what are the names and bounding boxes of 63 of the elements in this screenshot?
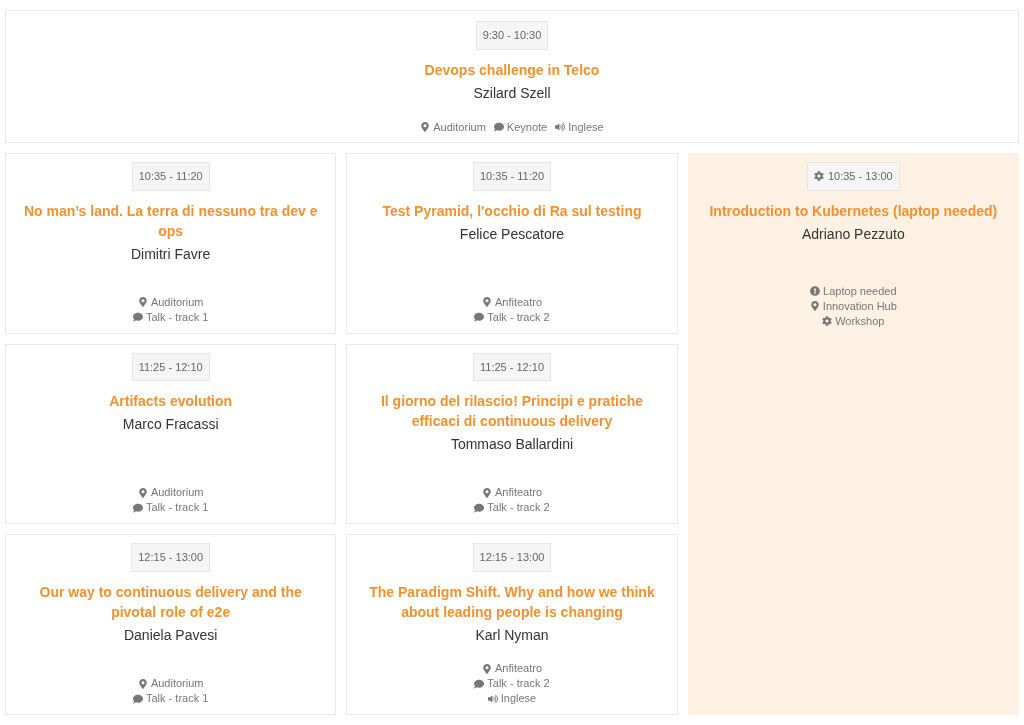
time-badge: 11:25 - 12:10 — [131, 352, 210, 382]
session-meta: Inglese — [568, 119, 604, 135]
exclamation-icon — [810, 286, 821, 296]
speaker-name: Tommaso Ballardini — [450, 435, 574, 455]
session-title[interactable]: No man’s land. La terra di nessuno tra dev e ops — [6, 200, 336, 241]
speaker-icon — [487, 693, 498, 704]
time-badge: 10:35 - 11:20 — [473, 162, 551, 191]
session-title[interactable]: The Paradigm Shift. Why and how we think about leading people is changing — [347, 581, 677, 622]
session-title[interactable]: Introduction to Kubernetes (laptop needed) — [697, 200, 1010, 221]
speaker-name: Felice Pescatore — [459, 224, 565, 244]
session-meta: Auditorium — [150, 294, 204, 310]
speech-bubble-icon — [133, 693, 143, 704]
speech-bubble-icon — [474, 312, 485, 323]
gear-icon — [813, 171, 824, 182]
time-badge: 10:35 - 11:20 — [131, 162, 210, 191]
session-meta: Talk - track 1 — [146, 309, 209, 325]
session-title[interactable]: Devops challenge in Telco — [412, 59, 612, 80]
speech-bubble-icon — [493, 122, 504, 132]
session-meta: Talk - track 2 — [487, 500, 550, 516]
speech-bubble-icon — [133, 312, 143, 323]
session-meta: Auditorium — [150, 485, 204, 501]
session-meta: Keynote — [506, 119, 548, 135]
map-pin-icon — [481, 297, 492, 308]
speaker-icon — [555, 122, 566, 132]
map-pin-icon — [481, 487, 492, 498]
speaker-name: Daniela Pavesi — [123, 625, 218, 645]
speaker-name: Dimitri Favre — [131, 244, 211, 264]
map-pin-icon — [420, 122, 431, 132]
session-meta: Talk - track 2 — [487, 309, 550, 325]
time-badge: 9:30 - 10:30 — [475, 21, 549, 50]
session-meta: Talk - track 1 — [146, 691, 209, 706]
speaker-name: Marco Fracassi — [122, 415, 219, 435]
session-meta: Inglese — [500, 691, 537, 706]
session-meta: Auditorium — [150, 676, 204, 691]
session-meta: Laptop needed — [823, 283, 897, 299]
speaker-name: Karl Nyman — [475, 625, 549, 645]
time-badge: 12:15 - 13:00 — [472, 543, 552, 572]
session-title[interactable]: Il giorno del rilascio! Principi e pratiche efficaci di continuous delivery — [347, 391, 677, 432]
speech-bubble-icon — [133, 502, 143, 513]
session-meta: Workshop — [835, 313, 885, 329]
map-pin-icon — [137, 487, 148, 498]
map-pin-icon — [809, 301, 820, 311]
session-title[interactable]: Artifacts evolution — [97, 391, 245, 412]
time-badge: 12:15 - 13:00 — [131, 543, 211, 572]
session-meta: Anfiteatro — [494, 661, 543, 676]
gear-icon — [822, 316, 833, 326]
speech-bubble-icon — [474, 502, 485, 513]
speech-bubble-icon — [474, 678, 485, 689]
session-title[interactable]: Our way to continuous delivery and the pivotal role of e2e — [6, 581, 336, 622]
map-pin-icon — [137, 297, 148, 308]
map-pin-icon — [137, 678, 148, 689]
session-meta: Innovation Hub — [822, 298, 897, 314]
session-meta: Talk - track 2 — [487, 676, 550, 691]
time-badge: 11:25 - 12:10 — [473, 352, 551, 382]
session-title[interactable]: Test Pyramid, l'occhio di Ra sul testing — [370, 200, 654, 221]
speaker-name: Szilard Szell — [473, 83, 551, 103]
map-pin-icon — [481, 663, 492, 674]
session-meta: Auditorium — [433, 119, 486, 135]
session-meta: Talk - track 1 — [146, 500, 209, 516]
session-meta: Anfiteatro — [494, 485, 543, 501]
session-meta: Anfiteatro — [494, 294, 543, 310]
speaker-name: Adriano Pezzuto — [801, 224, 905, 244]
time-badge: 10:35 - 13:00 — [806, 162, 900, 191]
